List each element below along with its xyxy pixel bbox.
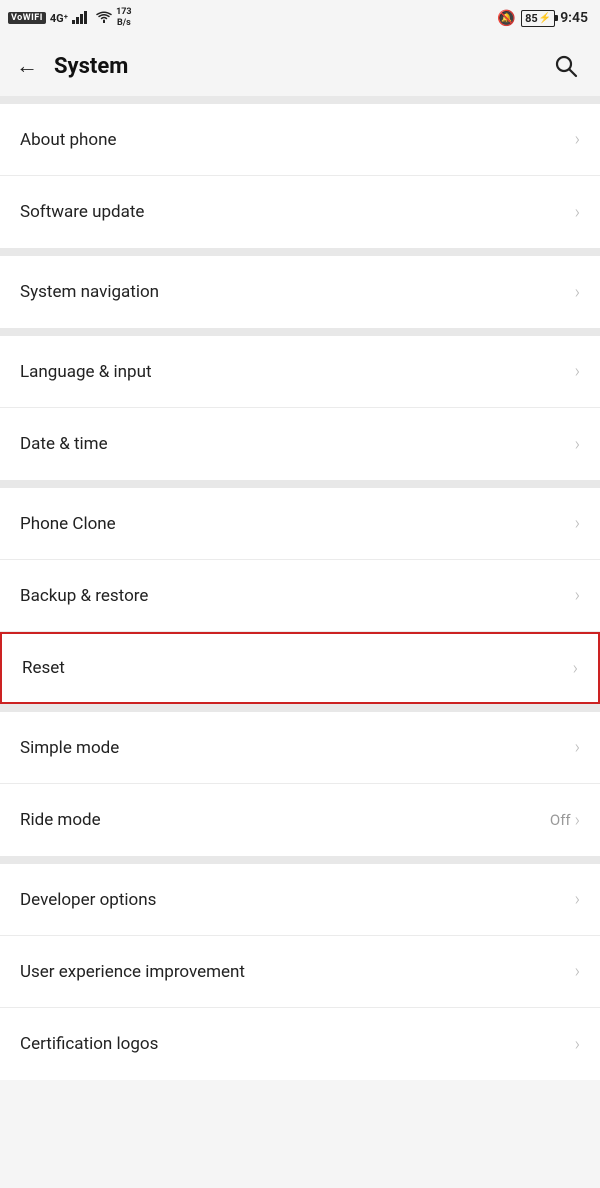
signal-bars bbox=[72, 10, 92, 27]
header-left: ← System bbox=[16, 53, 128, 79]
data-speed: 173 B/s bbox=[116, 7, 132, 29]
group-divider-0 bbox=[0, 96, 600, 104]
search-icon bbox=[553, 53, 579, 79]
menu-item-label-system-navigation: System navigation bbox=[20, 282, 159, 302]
menu-item-label-backup-restore: Backup & restore bbox=[20, 586, 148, 606]
chevron-icon-phone-clone: › bbox=[575, 513, 580, 534]
search-button[interactable] bbox=[548, 48, 584, 84]
menu-group-group5: Simple mode›Ride modeOff› bbox=[0, 712, 600, 856]
group-divider-1 bbox=[0, 248, 600, 256]
clock: 9:45 bbox=[560, 10, 588, 26]
menu-item-label-phone-clone: Phone Clone bbox=[20, 514, 116, 534]
bolt-icon: ⚡ bbox=[539, 13, 551, 24]
group-divider-5 bbox=[0, 856, 600, 864]
chevron-icon-simple-mode: › bbox=[575, 737, 580, 758]
menu-item-right-ride-mode: Off› bbox=[550, 810, 580, 831]
page-title: System bbox=[54, 54, 128, 79]
menu-item-right-simple-mode: › bbox=[575, 737, 580, 758]
battery-indicator: 85 ⚡ bbox=[521, 10, 555, 27]
vowifi-indicator: VoWIFI bbox=[8, 12, 46, 24]
menu-item-label-software-update: Software update bbox=[20, 202, 144, 222]
menu-item-label-simple-mode: Simple mode bbox=[20, 738, 119, 758]
chevron-icon-user-experience: › bbox=[575, 961, 580, 982]
menu-item-right-date-time: › bbox=[575, 434, 580, 455]
menu-item-right-certification-logos: › bbox=[575, 1034, 580, 1055]
menu-item-label-ride-mode: Ride mode bbox=[20, 810, 101, 830]
menu-item-reset[interactable]: Reset › bbox=[0, 632, 600, 704]
header: ← System bbox=[0, 36, 600, 96]
group-divider-3 bbox=[0, 480, 600, 488]
menu-item-label-language-input: Language & input bbox=[20, 362, 152, 382]
chevron-icon-software-update: › bbox=[575, 202, 580, 223]
chevron-icon-date-time: › bbox=[575, 434, 580, 455]
menu-item-right-developer-options: › bbox=[575, 889, 580, 910]
menu-item-software-update[interactable]: Software update › bbox=[0, 176, 600, 248]
menu-group-group1: About phone › Software update › bbox=[0, 104, 600, 248]
chevron-icon-backup-restore: › bbox=[575, 585, 580, 606]
menu-item-right-user-experience: › bbox=[575, 961, 580, 982]
menu-group-group4: Phone Clone › Backup & restore › Reset › bbox=[0, 488, 600, 704]
chevron-icon-developer-options: › bbox=[575, 889, 580, 910]
chevron-icon-language-input: › bbox=[575, 361, 580, 382]
menu-item-label-about-phone: About phone bbox=[20, 130, 117, 150]
menu-group-group2: System navigation › bbox=[0, 256, 600, 328]
chevron-icon-about-phone: › bbox=[575, 129, 580, 150]
battery-level: 85 bbox=[525, 12, 538, 25]
menu-item-language-input[interactable]: Language & input › bbox=[0, 336, 600, 408]
chevron-icon-certification-logos: › bbox=[575, 1034, 580, 1055]
chevron-icon-system-navigation: › bbox=[575, 282, 580, 303]
menu-item-label-date-time: Date & time bbox=[20, 434, 108, 454]
menu-item-backup-restore[interactable]: Backup & restore › bbox=[0, 560, 600, 632]
chevron-icon-ride-mode: › bbox=[575, 810, 580, 831]
menu-item-right-phone-clone: › bbox=[575, 513, 580, 534]
menu-item-system-navigation[interactable]: System navigation › bbox=[0, 256, 600, 328]
back-button[interactable]: ← bbox=[16, 53, 38, 79]
menu-item-simple-mode[interactable]: Simple mode › bbox=[0, 712, 600, 784]
menu-item-about-phone[interactable]: About phone › bbox=[0, 104, 600, 176]
group-divider-2 bbox=[0, 328, 600, 336]
menu-item-right-about-phone: › bbox=[575, 129, 580, 150]
menu-item-label-certification-logos: Certification logos bbox=[20, 1034, 158, 1054]
menu-item-label-developer-options: Developer options bbox=[20, 890, 156, 910]
menu-item-right-language-input: › bbox=[575, 361, 580, 382]
status-bar: VoWIFI 4G⁺ 173 B/s 🔕 85 ⚡ bbox=[0, 0, 600, 36]
menu-item-certification-logos[interactable]: Certification logos › bbox=[0, 1008, 600, 1080]
group-divider-4 bbox=[0, 704, 600, 712]
menu-item-ride-mode[interactable]: Ride mode Off› bbox=[0, 784, 600, 856]
bell-icon: 🔕 bbox=[497, 9, 516, 27]
menu-container: About phone›Software update›System navig… bbox=[0, 96, 600, 1080]
wifi-icon bbox=[96, 11, 112, 26]
menu-item-phone-clone[interactable]: Phone Clone › bbox=[0, 488, 600, 560]
status-right: 🔕 85 ⚡ 9:45 bbox=[497, 9, 588, 27]
menu-item-label-reset: Reset bbox=[22, 658, 65, 678]
menu-item-user-experience[interactable]: User experience improvement › bbox=[0, 936, 600, 1008]
menu-group-group6: Developer options›User experience improv… bbox=[0, 864, 600, 1080]
signal-indicator: 4G⁺ bbox=[50, 12, 68, 25]
chevron-icon-reset: › bbox=[573, 658, 578, 679]
menu-item-right-reset: › bbox=[573, 658, 578, 679]
menu-item-right-backup-restore: › bbox=[575, 585, 580, 606]
menu-item-right-system-navigation: › bbox=[575, 282, 580, 303]
menu-group-group3: Language & input › Date & time › bbox=[0, 336, 600, 480]
menu-item-developer-options[interactable]: Developer options › bbox=[0, 864, 600, 936]
menu-item-value-ride-mode: Off bbox=[550, 811, 571, 829]
status-left: VoWIFI 4G⁺ 173 B/s bbox=[8, 7, 132, 29]
menu-item-date-time[interactable]: Date & time › bbox=[0, 408, 600, 480]
menu-item-right-software-update: › bbox=[575, 202, 580, 223]
menu-item-label-user-experience: User experience improvement bbox=[20, 962, 245, 982]
